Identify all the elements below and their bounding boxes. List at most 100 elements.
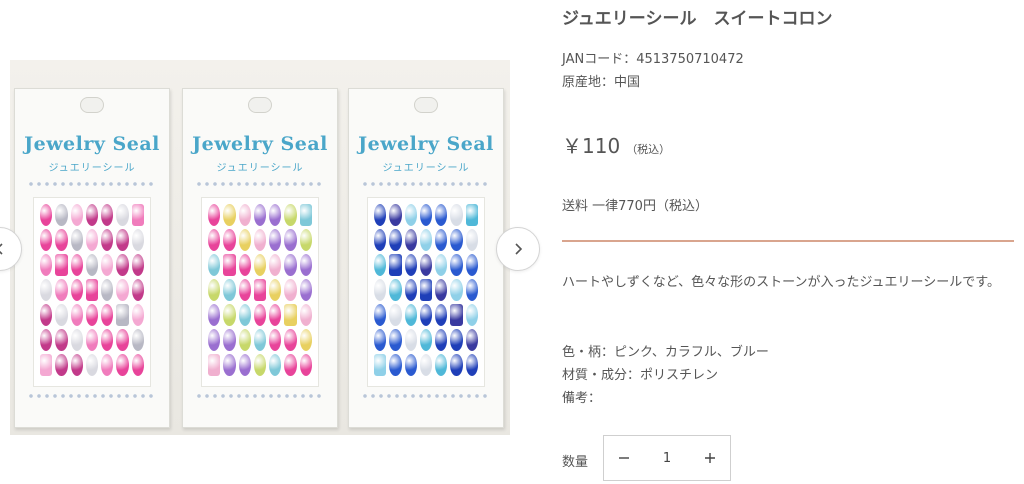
gem: [284, 304, 297, 326]
gem: [101, 329, 114, 351]
gem: [208, 229, 221, 251]
dot-border: [361, 393, 491, 399]
shipping-fee: 送料 一律770円（税込）: [562, 199, 708, 214]
gem: [404, 254, 417, 276]
gem: [223, 354, 236, 376]
gem: [238, 229, 251, 251]
gem: [101, 254, 114, 276]
gem: [465, 279, 478, 301]
gem: [435, 304, 448, 326]
jan-code: JANコード：4513750710472: [562, 52, 744, 67]
gem: [465, 254, 478, 276]
dot-border: [195, 181, 325, 187]
price-tax-note: （税込）: [626, 143, 671, 156]
gem: [450, 254, 463, 276]
gem: [450, 329, 463, 351]
gem-sheet: [33, 197, 151, 387]
gem: [131, 354, 144, 376]
gem: [116, 204, 129, 226]
gem: [55, 229, 68, 251]
gem: [70, 304, 83, 326]
gem: [284, 229, 297, 251]
divider: [562, 240, 1014, 242]
quantity-decrease-button[interactable]: [604, 436, 644, 480]
gem: [223, 229, 236, 251]
gem: [85, 254, 99, 276]
gem: [131, 329, 144, 351]
gem: [40, 229, 53, 251]
gem: [116, 254, 129, 276]
gem: [284, 354, 297, 376]
gem: [101, 279, 114, 301]
pack-brand: Jewelry Seal: [24, 133, 160, 155]
plus-icon: [705, 453, 715, 463]
gem: [389, 204, 402, 226]
gem: [465, 329, 478, 351]
gem: [389, 354, 402, 376]
gem: [208, 254, 221, 276]
gem: [253, 254, 267, 276]
gem: [70, 204, 83, 226]
gem: [389, 329, 402, 351]
gem: [70, 329, 83, 351]
quantity-input[interactable]: 1: [644, 451, 690, 466]
gem: [299, 279, 312, 301]
gem: [284, 279, 297, 301]
gem: [85, 329, 99, 351]
gem: [40, 204, 53, 226]
gem: [269, 329, 282, 351]
gem: [389, 254, 402, 276]
gem: [131, 254, 144, 276]
gem: [450, 304, 463, 326]
gem: [450, 279, 463, 301]
gem: [238, 204, 251, 226]
gem: [269, 254, 282, 276]
product-description: ハートやしずくなど、色々な形のストーンが入ったジュエリーシールです。: [562, 275, 1000, 290]
gem: [435, 254, 448, 276]
gem: [253, 304, 267, 326]
chevron-left-icon: [0, 243, 3, 255]
gem: [404, 204, 417, 226]
gem: [419, 229, 433, 251]
gem: [299, 354, 312, 376]
gem: [55, 204, 68, 226]
gem: [269, 279, 282, 301]
gem: [238, 279, 251, 301]
gem: [419, 279, 433, 301]
gem: [116, 329, 129, 351]
gem: [101, 229, 114, 251]
gem: [208, 204, 221, 226]
gem: [40, 354, 53, 376]
gem-sheet: [201, 197, 319, 387]
dot-border: [27, 393, 157, 399]
gem: [269, 304, 282, 326]
product-photo: Jewelry Seal ジュエリーシール Jewelry Seal ジュエリー…: [10, 60, 510, 435]
gem: [299, 204, 312, 226]
gem: [404, 229, 417, 251]
gem: [55, 354, 68, 376]
quantity-label: 数量: [562, 455, 589, 470]
pack-subtitle: ジュエリーシール: [216, 163, 304, 174]
gem: [85, 279, 99, 301]
gem: [374, 354, 387, 376]
product-specs: 色・柄：ピンク、カラフル、ブルー 材質・成分：ポリスチレン 備考：: [562, 341, 769, 410]
gem: [374, 204, 387, 226]
gem: [253, 279, 267, 301]
quantity-increase-button[interactable]: [690, 436, 730, 480]
gem: [299, 229, 312, 251]
spec-color: 色・柄：ピンク、カラフル、ブルー: [562, 345, 769, 360]
gem: [208, 304, 221, 326]
chevron-right-icon: [515, 243, 523, 255]
pack-brand: Jewelry Seal: [192, 133, 328, 155]
gallery-next-button[interactable]: [496, 227, 540, 271]
gem: [269, 354, 282, 376]
gem: [435, 279, 448, 301]
gem: [465, 304, 478, 326]
gem: [465, 354, 478, 376]
gem: [253, 329, 267, 351]
gem: [55, 254, 68, 276]
gem: [374, 279, 387, 301]
dot-border: [195, 393, 325, 399]
gem: [116, 354, 129, 376]
dot-border: [27, 181, 157, 187]
